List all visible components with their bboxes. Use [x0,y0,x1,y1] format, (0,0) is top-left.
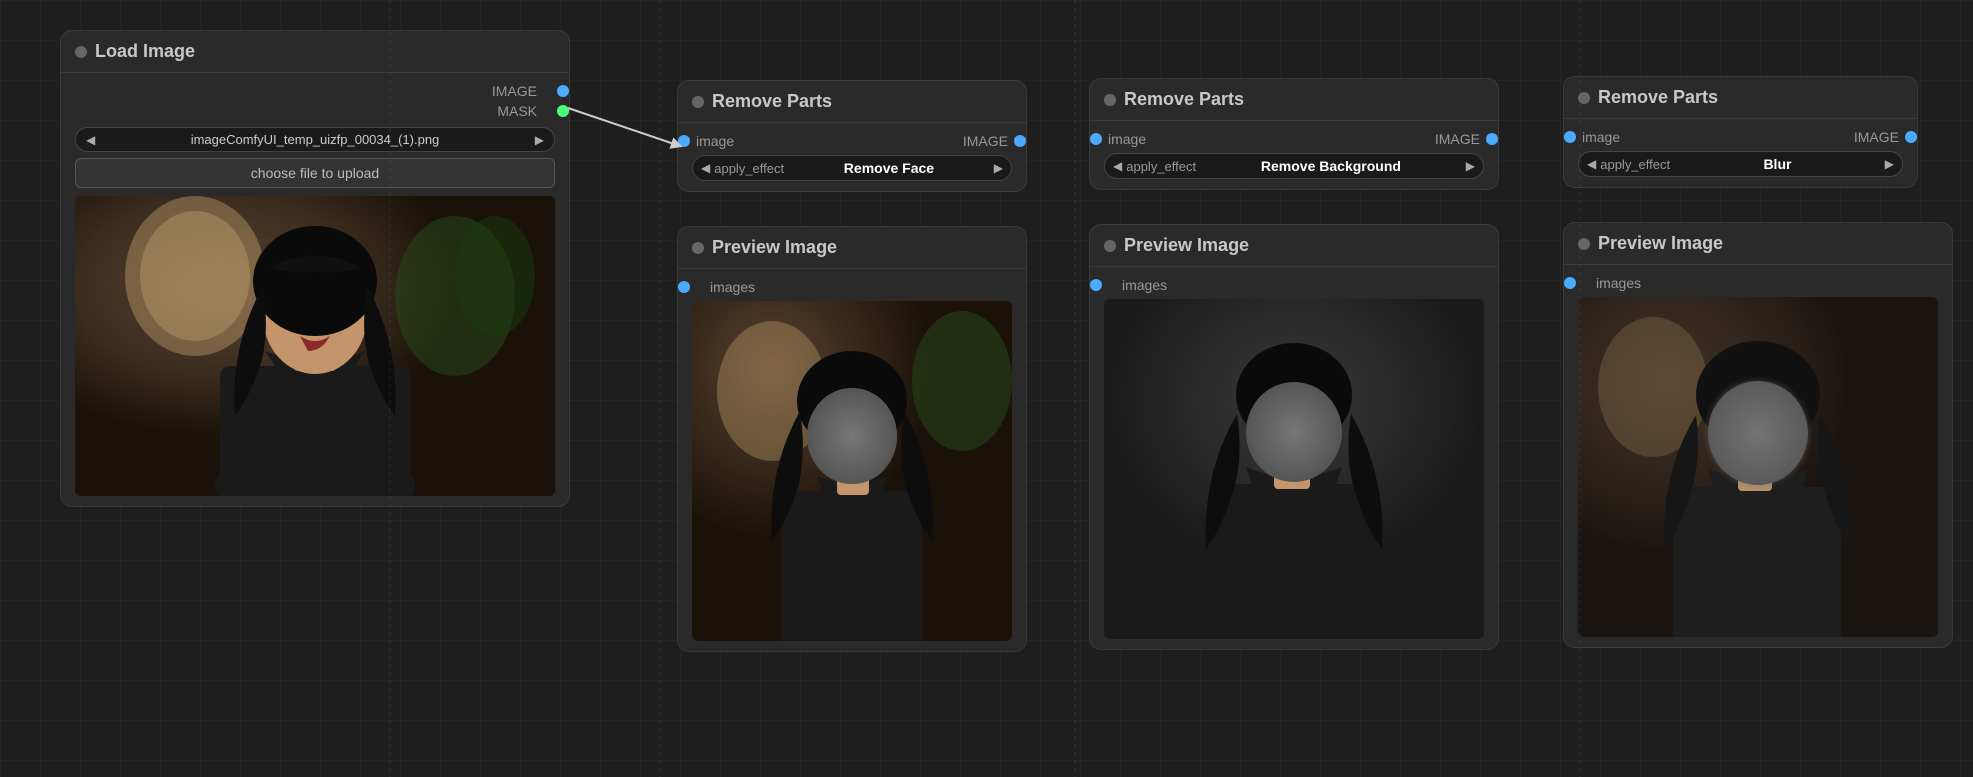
rp3-effect-prev[interactable]: ◀ [1587,157,1596,171]
preview-3-header: Preview Image [1564,223,1952,265]
load-image-preview [75,196,555,496]
preview-1-header: Preview Image [678,227,1026,269]
next-arrow[interactable]: ▶ [535,133,544,147]
rp1-input-label: image [696,133,734,149]
preview-2-node: Preview Image images [1089,224,1499,650]
preview-3-body: images [1564,265,1952,647]
remove-parts-3-body: image IMAGE ◀ apply_effect Blur ▶ [1564,119,1917,187]
rp2-output-dot[interactable] [1486,133,1498,145]
image-output-dot[interactable] [557,85,569,97]
rp3-input-label: image [1582,129,1620,145]
prev-arrow[interactable]: ◀ [86,133,95,147]
preview-1-input-dot[interactable] [678,281,690,293]
mask-port-label: MASK [497,103,537,119]
remove-parts-3-status [1578,92,1590,104]
remove-parts-2-status [1104,94,1116,106]
rp2-effect-row: ◀ apply_effect Remove Background ▶ [1104,153,1484,179]
load-image-status-dot [75,46,87,58]
filename-row: ◀ imageComfyUI_temp_uizfp_00034_(1).png … [75,127,555,152]
rp2-effect-label: apply_effect [1126,159,1196,174]
preview-1-image [692,301,1012,641]
remove-parts-2-title: Remove Parts [1124,89,1244,110]
preview-3-status [1578,238,1590,250]
mask-output-port: MASK [75,103,555,119]
canvas: Load Image IMAGE MASK ◀ imageComfyUI_tem… [0,0,1973,777]
preview-2-header: Preview Image [1090,225,1498,267]
rp3-effect-label: apply_effect [1600,157,1670,172]
rp1-effect-prev[interactable]: ◀ [701,161,710,175]
portrait-svg [75,196,555,496]
preview-1-body: images [678,269,1026,651]
remove-parts-1-status [692,96,704,108]
preview-3-port: images [1578,275,1938,291]
remove-parts-1-body: image IMAGE ◀ apply_effect Remove Face ▶ [678,123,1026,191]
preview-2-status [1104,240,1116,252]
preview-2-body: images [1090,267,1498,649]
rp3-input-dot[interactable] [1564,131,1576,143]
preview-1-status [692,242,704,254]
preview-1-title: Preview Image [712,237,837,258]
rp2-input-dot[interactable] [1090,133,1102,145]
filename-text: imageComfyUI_temp_uizfp_00034_(1).png [99,132,531,147]
remove-parts-3-node: Remove Parts image IMAGE ◀ apply_effect … [1563,76,1918,188]
preview-1-port: images [692,279,1012,295]
load-image-node: Load Image IMAGE MASK ◀ imageComfyUI_tem… [60,30,570,507]
rp2-effect-value: Remove Background [1200,158,1462,174]
remove-parts-3-header: Remove Parts [1564,77,1917,119]
load-image-title: Load Image [95,41,195,62]
rp1-effect-next[interactable]: ▶ [994,161,1003,175]
preview-1-node: Preview Image images [677,226,1027,652]
preview-3-title: Preview Image [1598,233,1723,254]
preview-2-input-label: images [1122,277,1167,293]
rp2-port-row: image IMAGE [1104,131,1484,147]
rp3-effect-next[interactable]: ▶ [1885,157,1894,171]
preview-1-input-label: images [710,279,755,295]
rp3-output-dot[interactable] [1905,131,1917,143]
preview-3-image [1578,297,1938,637]
rp2-input-label: image [1108,131,1146,147]
rp1-port-row: image IMAGE [692,133,1012,149]
rp1-output-label: IMAGE [963,133,1008,149]
rp1-effect-value: Remove Face [788,160,990,176]
remove-parts-1-node: Remove Parts image IMAGE ◀ apply_effect … [677,80,1027,192]
preview-2-port: images [1104,277,1484,293]
rp3-effect-row: ◀ apply_effect Blur ▶ [1578,151,1903,177]
rp3-output-label: IMAGE [1854,129,1899,145]
image-port-label: IMAGE [492,83,537,99]
load-image-body: IMAGE MASK ◀ imageComfyUI_temp_uizfp_000… [61,73,569,506]
load-image-header: Load Image [61,31,569,73]
rp1-effect-row: ◀ apply_effect Remove Face ▶ [692,155,1012,181]
image-output-port: IMAGE [75,83,555,99]
rp1-effect-label: apply_effect [714,161,784,176]
preview-3-input-label: images [1596,275,1641,291]
remove-parts-2-header: Remove Parts [1090,79,1498,121]
mask-output-dot[interactable] [557,105,569,117]
preview-2-input-dot[interactable] [1090,279,1102,291]
rp2-effect-next[interactable]: ▶ [1466,159,1475,173]
remove-parts-2-body: image IMAGE ◀ apply_effect Remove Backgr… [1090,121,1498,189]
remove-parts-3-title: Remove Parts [1598,87,1718,108]
preview-3-node: Preview Image images [1563,222,1953,648]
rp1-output-dot[interactable] [1014,135,1026,147]
preview-2-title: Preview Image [1124,235,1249,256]
rp2-output-label: IMAGE [1435,131,1480,147]
preview-2-image [1104,299,1484,639]
preview-3-input-dot[interactable] [1564,277,1576,289]
rp1-input-dot[interactable] [678,135,690,147]
remove-parts-1-title: Remove Parts [712,91,832,112]
upload-button[interactable]: choose file to upload [75,158,555,188]
rp3-effect-value: Blur [1674,156,1881,172]
rp2-effect-prev[interactable]: ◀ [1113,159,1122,173]
rp3-port-row: image IMAGE [1578,129,1903,145]
remove-parts-2-node: Remove Parts image IMAGE ◀ apply_effect … [1089,78,1499,190]
remove-parts-1-header: Remove Parts [678,81,1026,123]
